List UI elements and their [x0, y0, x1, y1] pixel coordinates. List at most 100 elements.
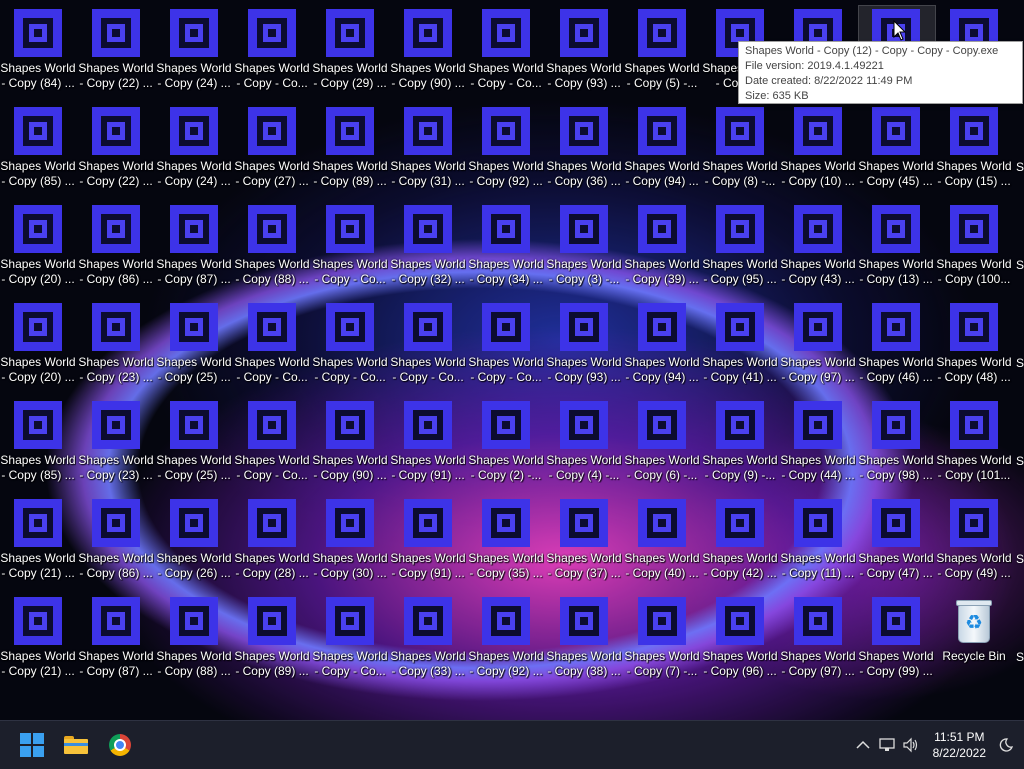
desktop-shortcut[interactable]: Shapes World - Copy (38) ...	[546, 591, 622, 687]
desktop-shortcut[interactable]: Shapes World - Copy (9) -...	[702, 395, 778, 491]
desktop-shortcut[interactable]: Shapes World - Copy (15) ...	[936, 101, 1012, 197]
desktop-shortcut[interactable]: Shapes World - Copy (11) ...	[780, 493, 856, 589]
desktop-shortcut[interactable]: Shapes World - Copy (41) ...	[702, 297, 778, 393]
desktop-shortcut[interactable]: Shapes World - Copy - Co...	[312, 591, 388, 687]
desktop-shortcut[interactable]: Shapes World - Copy (96) ...	[702, 591, 778, 687]
desktop-shortcut[interactable]: Shapes World - Copy (49) ...	[936, 493, 1012, 589]
desktop-shortcut[interactable]: Shapes World - Copy (97) ...	[780, 297, 856, 393]
desktop-shortcut[interactable]: Shapes World - Copy (84) ...	[0, 3, 76, 99]
desktop-shortcut[interactable]: Shapes World - Copy (22) ...	[78, 3, 154, 99]
chevron-up-icon[interactable]	[851, 733, 875, 757]
start-button[interactable]	[12, 725, 52, 765]
desktop-shortcut[interactable]: Shapes World - Copy (85) ...	[0, 395, 76, 491]
desktop-shortcut[interactable]: Shapes World - Copy (25) ...	[156, 297, 232, 393]
desktop-shortcut[interactable]: Shapes World - Copy - Co...	[468, 297, 544, 393]
desktop-shortcut[interactable]: Shapes World - Copy (94) ...	[624, 297, 700, 393]
desktop-shortcut[interactable]: Shapes World - Copy (7) -...	[624, 591, 700, 687]
desktop-shortcut[interactable]: Shapes World - Copy (20) ...	[0, 297, 76, 393]
desktop-shortcut[interactable]: Shapes World - Copy - Co...	[390, 297, 466, 393]
recycle-bin-shortcut[interactable]: ♻ Recycle Bin	[936, 591, 1012, 687]
shortcut-label: Shapes World - Copy (10) ...	[780, 159, 856, 188]
desktop-shortcut[interactable]: Shapes World - Copy (46) ...	[858, 297, 934, 393]
desktop-shortcut[interactable]: Shapes World - Copy (92) ...	[468, 591, 544, 687]
desktop-shortcut[interactable]: Shapes World - Copy (92) ...	[468, 101, 544, 197]
desktop-shortcut[interactable]: Shapes World - Copy (87) ...	[78, 591, 154, 687]
desktop-shortcut[interactable]: Shapes World - Copy (93) ...	[546, 297, 622, 393]
desktop-shortcut[interactable]: Shapes World - Copy (6) -...	[624, 395, 700, 491]
desktop-shortcut[interactable]: Shapes World - Copy (85) ...	[0, 101, 76, 197]
desktop-shortcut[interactable]: Shapes World - Copy (48) ...	[936, 297, 1012, 393]
desktop-shortcut[interactable]: Shapes World - Copy (93) ...	[546, 3, 622, 99]
desktop-shortcut[interactable]: Shapes World - Copy (91) ...	[390, 395, 466, 491]
focus-assist-icon[interactable]	[994, 733, 1018, 757]
desktop-shortcut[interactable]: Shapes World - Copy (86) ...	[78, 493, 154, 589]
desktop-shortcut[interactable]: Shapes World - Copy (89) ...	[312, 101, 388, 197]
desktop-shortcut[interactable]: Shapes World - Copy - Co...	[312, 199, 388, 295]
network-icon[interactable]	[875, 733, 899, 757]
desktop-shortcut[interactable]: Shapes World - Copy (100...	[936, 199, 1012, 295]
shapes-world-app-icon	[872, 107, 920, 155]
desktop-shortcut[interactable]: Shapes World - Copy (95) ...	[702, 199, 778, 295]
desktop-shortcut[interactable]: Shapes World - Copy (98) ...	[858, 395, 934, 491]
desktop-shortcut[interactable]: Shapes World - Copy (97) ...	[780, 591, 856, 687]
desktop-shortcut[interactable]: Shapes World - Copy (20) ...	[0, 199, 76, 295]
desktop-shortcut[interactable]: Shapes World - Copy (21) ...	[0, 493, 76, 589]
desktop-shortcut[interactable]: Shapes World - Copy (22) ...	[78, 101, 154, 197]
desktop-shortcut[interactable]: Shapes World - Copy (23) ...	[78, 395, 154, 491]
desktop-shortcut[interactable]: Shapes World - Copy (31) ...	[390, 101, 466, 197]
desktop-shortcut[interactable]: Shapes World - Copy (4) -...	[546, 395, 622, 491]
desktop-shortcut[interactable]: Shapes World - Copy - Co...	[234, 395, 310, 491]
desktop-shortcut[interactable]: Shapes World - Copy (37) ...	[546, 493, 622, 589]
chrome-button[interactable]	[100, 725, 140, 765]
desktop-shortcut[interactable]: Shapes World - Copy (3) -...	[546, 199, 622, 295]
shortcut-label: Shapes World - Copy - Co...	[234, 61, 310, 90]
file-explorer-button[interactable]	[56, 725, 96, 765]
desktop-shortcut[interactable]: Shapes World - Copy (25) ...	[156, 395, 232, 491]
desktop-shortcut[interactable]: Shapes World - Copy (45) ...	[858, 101, 934, 197]
desktop-shortcut[interactable]: Shapes World - Copy (39) ...	[624, 199, 700, 295]
desktop-shortcut[interactable]: Shapes World - Copy (88) ...	[156, 591, 232, 687]
desktop-shortcut[interactable]: Shapes World - Copy - Co...	[468, 3, 544, 99]
desktop-shortcut[interactable]: Shapes World - Copy (40) ...	[624, 493, 700, 589]
shapes-world-app-icon	[638, 499, 686, 547]
desktop-shortcut[interactable]: Shapes World - Copy (26) ...	[156, 493, 232, 589]
desktop-shortcut[interactable]: Shapes World - Copy (23) ...	[78, 297, 154, 393]
volume-icon[interactable]	[899, 733, 923, 757]
desktop-shortcut[interactable]: Shapes World - Copy (21) ...	[0, 591, 76, 687]
desktop-shortcut[interactable]: Shapes World - Copy - Co...	[312, 297, 388, 393]
desktop-shortcut[interactable]: Shapes World - Copy (2) -...	[468, 395, 544, 491]
desktop-shortcut[interactable]: Shapes World - Copy (90) ...	[390, 3, 466, 99]
desktop-shortcut[interactable]: Shapes World - Copy (88) ...	[234, 199, 310, 295]
desktop-shortcut[interactable]: Shapes World - Copy (94) ...	[624, 101, 700, 197]
desktop-shortcut[interactable]: Shapes World - Copy (90) ...	[312, 395, 388, 491]
desktop-shortcut[interactable]: Shapes World - Copy - Co...	[234, 297, 310, 393]
desktop-shortcut[interactable]: Shapes World - Copy (24) ...	[156, 101, 232, 197]
desktop-shortcut[interactable]: Shapes World - Copy (5) -...	[624, 3, 700, 99]
clock[interactable]: 11:51 PM 8/22/2022	[933, 729, 986, 761]
desktop-shortcut[interactable]: Shapes World - Copy (36) ...	[546, 101, 622, 197]
desktop-shortcut[interactable]: Shapes World - Copy (24) ...	[156, 3, 232, 99]
desktop-shortcut[interactable]: Shapes World - Copy (86) ...	[78, 199, 154, 295]
desktop[interactable]: Shapes World - Copy (84) ... Shapes World -…	[0, 0, 1024, 720]
desktop-shortcut[interactable]: Shapes World - Copy (29) ...	[312, 3, 388, 99]
desktop-shortcut[interactable]: Shapes World - Copy (27) ...	[234, 101, 310, 197]
desktop-shortcut[interactable]: Shapes World - Copy (10) ...	[780, 101, 856, 197]
desktop-shortcut[interactable]: Shapes World - Copy (101...	[936, 395, 1012, 491]
desktop-shortcut[interactable]: Shapes World - Copy (8) -...	[702, 101, 778, 197]
desktop-shortcut[interactable]: Shapes World - Copy (35) ...	[468, 493, 544, 589]
desktop-shortcut[interactable]: Shapes World - Copy (91) ...	[390, 493, 466, 589]
desktop-shortcut[interactable]: Shapes World - Copy (99) ...	[858, 591, 934, 687]
desktop-shortcut[interactable]: Shapes World - Copy - Co...	[234, 3, 310, 99]
desktop-shortcut[interactable]: Shapes World - Copy (42) ...	[702, 493, 778, 589]
desktop-shortcut[interactable]: Shapes World - Copy (30) ...	[312, 493, 388, 589]
desktop-shortcut[interactable]: Shapes World - Copy (47) ...	[858, 493, 934, 589]
desktop-shortcut[interactable]: Shapes World - Copy (34) ...	[468, 199, 544, 295]
desktop-shortcut[interactable]: Shapes World - Copy (44) ...	[780, 395, 856, 491]
desktop-shortcut[interactable]: Shapes World - Copy (32) ...	[390, 199, 466, 295]
desktop-shortcut[interactable]: Shapes World - Copy (28) ...	[234, 493, 310, 589]
desktop-shortcut[interactable]: Shapes World - Copy (89) ...	[234, 591, 310, 687]
desktop-shortcut[interactable]: Shapes World - Copy (43) ...	[780, 199, 856, 295]
desktop-shortcut[interactable]: Shapes World - Copy (13) ...	[858, 199, 934, 295]
desktop-shortcut[interactable]: Shapes World - Copy (87) ...	[156, 199, 232, 295]
desktop-shortcut[interactable]: Shapes World - Copy (33) ...	[390, 591, 466, 687]
